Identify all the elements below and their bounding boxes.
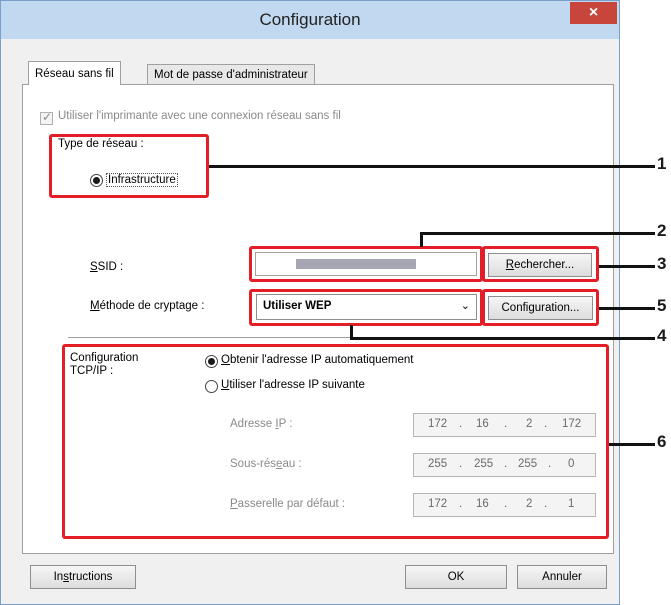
leader-line-6 — [609, 443, 655, 446]
tab-admin-password[interactable]: Mot de passe d'administrateur — [147, 64, 315, 85]
tab-wireless[interactable]: Réseau sans fil — [28, 61, 121, 85]
leader-line-2-drop — [420, 232, 423, 247]
highlight-box-search — [482, 246, 599, 282]
callout-4: 4 — [657, 326, 667, 345]
leader-line-3 — [599, 265, 655, 268]
highlight-box-tcpip — [62, 344, 609, 539]
cancel-button[interactable]: Annuler — [517, 565, 607, 589]
use-wireless-label: Utiliser l'imprimante avec une connexion… — [58, 110, 341, 122]
leader-line-1 — [209, 165, 655, 168]
callout-6: 6 — [657, 432, 667, 451]
checkmark-icon: ✓ — [42, 110, 53, 124]
callout-2: 2 — [657, 221, 667, 240]
ok-button[interactable]: OK — [405, 565, 507, 589]
instructions-button[interactable]: Instructions — [30, 565, 136, 589]
highlight-box-config — [482, 289, 599, 326]
leader-line-2 — [420, 232, 655, 235]
close-button[interactable]: × — [570, 2, 617, 24]
leader-line-5 — [599, 307, 655, 310]
highlight-box-network-type — [49, 134, 209, 198]
title-bar: Configuration × — [1, 1, 619, 39]
use-wireless-checkbox[interactable]: ✓ — [40, 110, 53, 125]
ssid-label: SSID : — [90, 261, 124, 273]
leader-line-4 — [350, 337, 655, 340]
callout-1: 1 — [657, 154, 667, 173]
leader-line-4-rise — [350, 325, 353, 339]
callout-5: 5 — [657, 296, 667, 315]
highlight-box-ssid — [249, 246, 483, 282]
encryption-label: Méthode de cryptage : — [90, 300, 205, 312]
window-title: Configuration — [259, 10, 361, 29]
callout-3: 3 — [657, 254, 667, 273]
highlight-box-encryption — [249, 289, 483, 326]
